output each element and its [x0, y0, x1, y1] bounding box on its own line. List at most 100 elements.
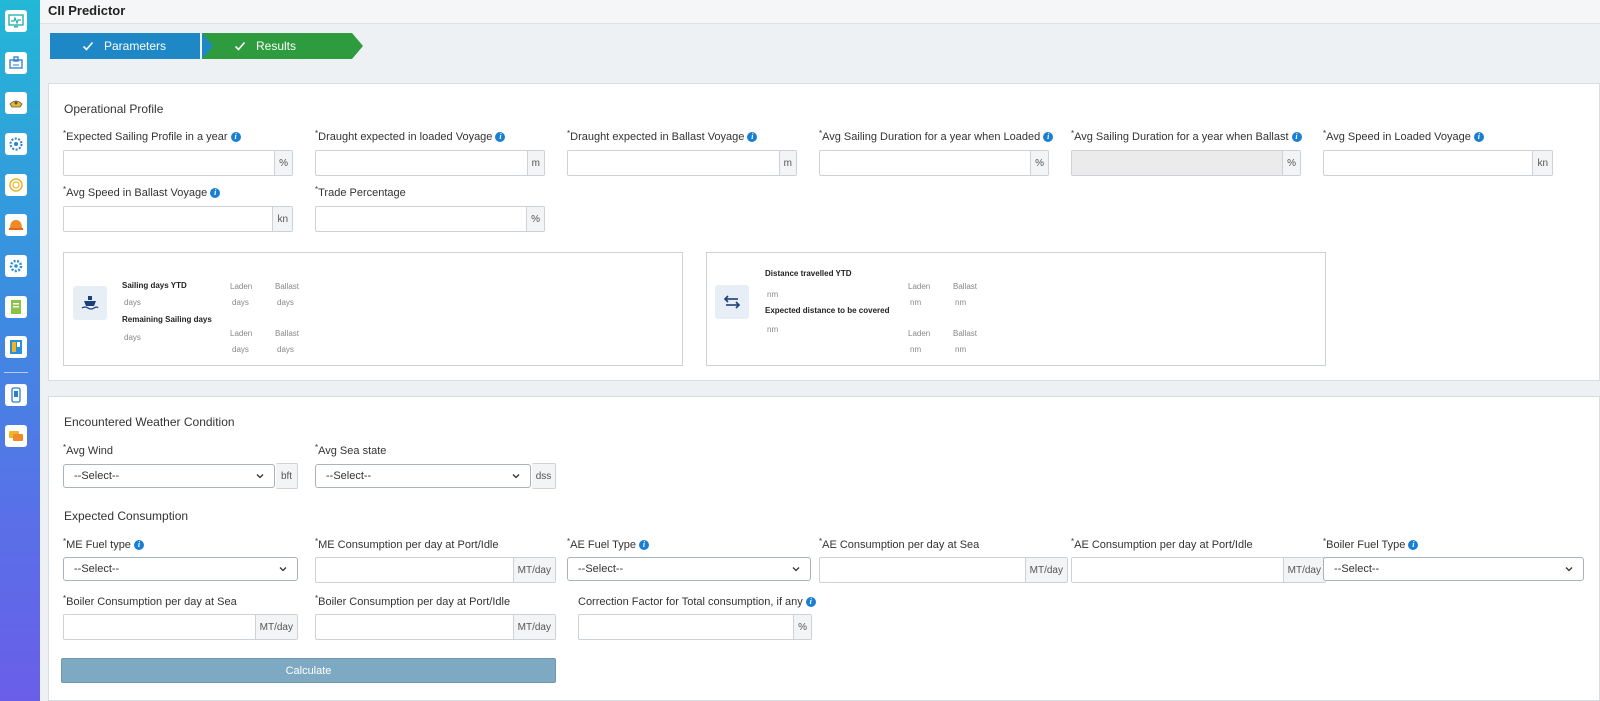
correction-factor-input[interactable]: [579, 615, 794, 639]
avg-wind-select[interactable]: --Select--: [63, 464, 275, 488]
speed-ballast-label: * Avg Speed in Ballast Voyage i: [63, 185, 221, 199]
remaining-ballast-label: Ballast: [275, 329, 300, 338]
info-icon[interactable]: i: [230, 132, 241, 142]
sailing-ytd-ballast-label: Ballast: [275, 282, 300, 291]
dial-icon[interactable]: [5, 174, 27, 196]
correction-factor-label: Correction Factor for Total consumption,…: [578, 596, 816, 608]
chevron-down-icon: [279, 567, 287, 572]
distance-ytd-ballast-unit: nm: [955, 298, 967, 307]
swap-arrows-icon: [715, 285, 749, 319]
info-icon[interactable]: i: [1291, 132, 1302, 142]
expected-laden-label: Laden: [908, 329, 931, 338]
info-icon[interactable]: i: [1408, 540, 1419, 550]
unit-addon: %: [1030, 151, 1048, 175]
bft-addon-box: bft: [276, 463, 298, 489]
expected-ballast-unit: nm: [955, 345, 967, 354]
unit-addon: dss: [532, 464, 555, 488]
unit-addon: %: [274, 151, 292, 175]
unit-addon: %: [526, 207, 544, 231]
step-results-label: Results: [256, 39, 297, 53]
ae-port-input[interactable]: [1072, 558, 1283, 582]
draught-ballast-input[interactable]: [568, 151, 779, 175]
boiler-sea-label: * Boiler Consumption per day at Sea: [63, 593, 237, 609]
boiler-port-input[interactable]: [316, 615, 513, 639]
sidebar: [0, 0, 40, 701]
ae-fuel-type-select[interactable]: --Select--: [567, 557, 811, 581]
avg-sea-state-value: --Select--: [326, 470, 372, 482]
book-icon[interactable]: [5, 296, 27, 318]
trade-percentage-input[interactable]: [316, 207, 527, 231]
chat-icon[interactable]: [5, 425, 27, 447]
remaining-unit: days: [124, 333, 141, 342]
sailing-ytd-laden-label: Laden: [230, 282, 253, 291]
unit-addon: kn: [1532, 151, 1552, 175]
expected-laden-unit: nm: [910, 345, 922, 354]
info-icon[interactable]: i: [638, 540, 649, 550]
sailing-profile-label: * Expected Sailing Profile in a year i: [63, 129, 241, 143]
me-port-label: * ME Consumption per day at Port/Idle: [315, 536, 499, 552]
dashboard-icon[interactable]: [5, 336, 27, 358]
remaining-laden-label: Laden: [230, 329, 253, 338]
boiler-port-field: MT/day: [315, 614, 556, 640]
info-icon[interactable]: i: [133, 540, 144, 550]
remaining-sailing-days-label: Remaining Sailing days: [122, 315, 212, 324]
speed-loaded-input[interactable]: [1324, 151, 1533, 175]
unit-addon: m: [526, 151, 544, 175]
me-port-field: MT/day: [315, 557, 556, 583]
duration-ballast-field: %: [1071, 150, 1301, 176]
boat-icon[interactable]: [5, 92, 27, 114]
step-parameters[interactable]: Parameters: [50, 33, 200, 59]
unit-addon: MT/day: [254, 615, 297, 639]
info-icon[interactable]: i: [210, 188, 221, 198]
helmet-icon[interactable]: [5, 214, 27, 236]
calculate-button[interactable]: Calculate: [61, 658, 556, 683]
draught-loaded-field: m: [315, 150, 545, 176]
sailing-days-ytd-label: Sailing days YTD: [122, 281, 187, 290]
draught-loaded-input[interactable]: [316, 151, 527, 175]
me-fuel-type-select[interactable]: --Select--: [63, 557, 298, 581]
unit-addon: m: [778, 151, 796, 175]
page-header: CII Predictor: [40, 0, 1600, 24]
ae-sea-input[interactable]: [820, 558, 1025, 582]
info-icon[interactable]: i: [1043, 132, 1054, 142]
check-icon: [234, 41, 246, 51]
avg-sea-state-select[interactable]: --Select--: [315, 464, 531, 488]
unit-addon: MT/day: [512, 558, 555, 582]
distance-ytd-label: Distance travelled YTD: [765, 269, 852, 278]
info-icon[interactable]: i: [805, 597, 816, 607]
avg-sea-state-label: * Avg Sea state: [315, 442, 387, 458]
mobile-icon[interactable]: [5, 384, 27, 406]
info-icon[interactable]: i: [1473, 132, 1484, 142]
ae-port-label: * AE Consumption per day at Port/Idle: [1071, 536, 1253, 552]
distance-ytd-unit: nm: [767, 290, 779, 299]
info-icon[interactable]: i: [747, 132, 758, 142]
sailing-profile-input[interactable]: [64, 151, 275, 175]
boiler-sea-field: MT/day: [63, 614, 298, 640]
ae-fuel-type-value: --Select--: [578, 563, 624, 575]
speed-loaded-field: kn: [1323, 150, 1553, 176]
info-icon[interactable]: i: [495, 132, 506, 142]
me-port-input[interactable]: [316, 558, 513, 582]
operational-profile-title: Operational Profile: [64, 102, 164, 116]
ae-port-field: MT/day: [1071, 557, 1326, 583]
boiler-port-label: * Boiler Consumption per day at Port/Idle: [315, 593, 511, 609]
expected-distance-unit: nm: [767, 325, 779, 334]
settings-icon[interactable]: [5, 133, 27, 155]
boiler-fuel-type-select[interactable]: --Select--: [1323, 557, 1584, 581]
monitor-icon[interactable]: [5, 10, 27, 32]
sailing-ytd-ballast-unit: days: [277, 298, 294, 307]
chevron-down-icon: [256, 474, 264, 479]
unit-addon: MT/day: [1024, 558, 1067, 582]
draught-loaded-label: * Draught expected in loaded Voyage i: [315, 129, 506, 143]
gear-icon[interactable]: [5, 255, 27, 277]
trade-percentage-label: * Trade Percentage: [315, 184, 406, 200]
sidebar-divider: [4, 372, 28, 373]
boiler-sea-input[interactable]: [64, 615, 255, 639]
speed-ballast-field: kn: [63, 206, 293, 232]
check-icon: [82, 41, 94, 51]
step-results[interactable]: Results: [202, 33, 363, 59]
duration-loaded-input[interactable]: [820, 151, 1031, 175]
speed-ballast-input[interactable]: [64, 207, 273, 231]
ae-fuel-type-label: * AE Fuel Type i: [567, 537, 649, 551]
ship-icon[interactable]: [5, 52, 27, 74]
